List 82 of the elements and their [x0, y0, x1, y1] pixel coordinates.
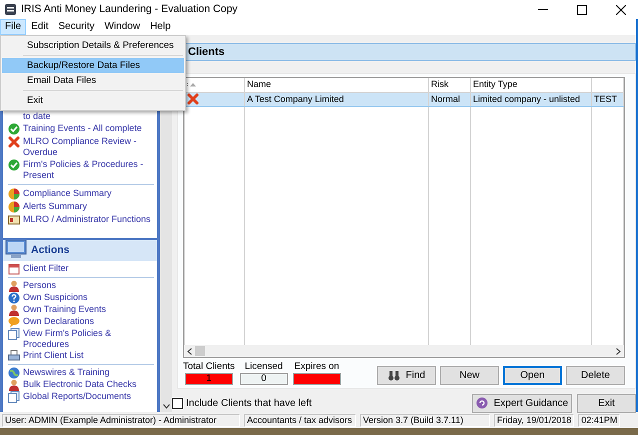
scroll-thumb[interactable] — [195, 346, 205, 356]
monitor-icon — [5, 240, 27, 259]
menu-item[interactable]: Exit — [2, 93, 184, 108]
sidebar-link[interactable]: Firm's Policies & Procedures - Present — [8, 159, 154, 181]
person-icon — [8, 280, 20, 292]
sidebar-link[interactable]: Compliance Summary — [8, 188, 154, 200]
table-cell: A Test Company Limited — [244, 92, 428, 106]
checkbox-label[interactable]: Include Clients that have left — [186, 396, 312, 410]
scroll-left-icon — [187, 348, 192, 354]
action-button[interactable]: Find — [377, 366, 436, 385]
sidebar-link[interactable]: Alerts Summary — [8, 201, 154, 213]
binoculars-icon — [388, 370, 400, 382]
menu-item[interactable]: Edit — [26, 19, 54, 35]
menu-item[interactable]: Security — [53, 19, 100, 35]
field-label: Expires on — [294, 361, 340, 373]
action-button[interactable]: Open — [503, 366, 562, 385]
sidebar-link[interactable]: Client Filter — [8, 263, 154, 275]
pie-chart-icon — [8, 188, 20, 200]
field-label: Total Clients — [183, 361, 235, 373]
table-cell: TEST — [592, 92, 624, 106]
sidebar-link[interactable]: View Firm's Policies & Procedures — [8, 328, 154, 350]
panel-title: Actions — [31, 243, 70, 258]
check-icon — [8, 159, 20, 171]
table-cell: Limited company - unlisted — [470, 92, 592, 106]
counter-field: 1 — [184, 373, 233, 385]
status-field: User: ADMIN (Example Administrator) - Administrator — [2, 414, 240, 426]
menu-item[interactable]: Backup/Restore Data Files — [2, 58, 184, 73]
maximize-icon — [577, 4, 587, 14]
window-title: IRIS Anti Money Laundering - Evaluation Copy — [21, 2, 239, 17]
swirl-icon — [476, 397, 488, 409]
menu-item[interactable]: Email Data Files — [2, 73, 184, 88]
sidebar-link[interactable]: MLRO / Administrator Functions — [8, 214, 154, 226]
app-icon — [5, 4, 16, 15]
sidebar-link[interactable]: Own Suspicions — [8, 292, 154, 304]
id-card-icon — [8, 214, 20, 226]
minimize-icon — [538, 9, 548, 10]
person-icon — [8, 304, 20, 316]
sort-icon — [187, 82, 196, 88]
close-icon — [616, 4, 626, 14]
table-row[interactable]: A Test Company Limited Normal Limited company - unlisted TEST — [184, 92, 624, 106]
scroll-right-icon — [616, 348, 621, 354]
person-icon — [8, 379, 20, 391]
action-button[interactable]: Delete — [566, 366, 625, 385]
status-field: Accountants / tax advisors — [244, 414, 356, 426]
sidebar-link[interactable]: Training Events - All complete — [8, 123, 154, 135]
action-button[interactable]: Exit — [577, 394, 636, 412]
menu-item[interactable]: File — [0, 19, 26, 35]
field-label: Licensed — [244, 361, 283, 373]
action-button[interactable]: New — [440, 366, 499, 385]
cross-icon — [8, 136, 20, 148]
sidebar-link[interactable]: Print Client List — [8, 350, 154, 362]
globe-icon — [8, 367, 20, 379]
status-field: Version 3.7 (Build 3.7.11) — [360, 414, 490, 426]
status-field: Friday, 19/01/2018 — [494, 414, 574, 426]
menu-item[interactable]: Help — [145, 19, 176, 35]
sidebar-link[interactable]: Own Declarations — [8, 316, 154, 328]
pie-chart-icon — [8, 201, 20, 213]
column-header[interactable]: Entity Type — [470, 78, 592, 92]
sidebar-link[interactable]: Global Reports/Documents — [8, 391, 154, 403]
column-header[interactable]: Risk — [428, 78, 470, 92]
calendar-icon — [8, 263, 20, 275]
question-icon — [8, 292, 20, 304]
sidebar-link[interactable]: Bulk Electronic Data Checks — [8, 379, 154, 391]
sidebar-link[interactable]: to date — [8, 111, 154, 122]
action-button[interactable]: Expert Guidance — [472, 394, 572, 412]
check-icon — [8, 123, 20, 135]
document-icon — [8, 328, 20, 340]
sidebar-link[interactable]: Own Training Events — [8, 304, 154, 316]
document-icon — [8, 391, 20, 403]
speech-bubble-icon — [8, 316, 20, 328]
printer-icon — [8, 350, 20, 362]
status-field: 02:41PM — [578, 414, 620, 426]
scroll-down-icon — [162, 404, 170, 409]
column-header[interactable]: Name — [244, 78, 428, 92]
sidebar-link[interactable]: MLRO Compliance Review - Overdue — [8, 136, 154, 158]
counter-field: 0 — [240, 373, 288, 385]
checkbox[interactable] — [172, 398, 183, 408]
horizontal-scrollbar[interactable] — [184, 345, 624, 357]
menu-item[interactable]: Window — [99, 19, 146, 35]
sidebar-link[interactable]: Newswires & Training — [8, 367, 154, 379]
sidebar-link[interactable]: Persons — [8, 280, 154, 292]
table-cell: Normal — [428, 92, 470, 106]
